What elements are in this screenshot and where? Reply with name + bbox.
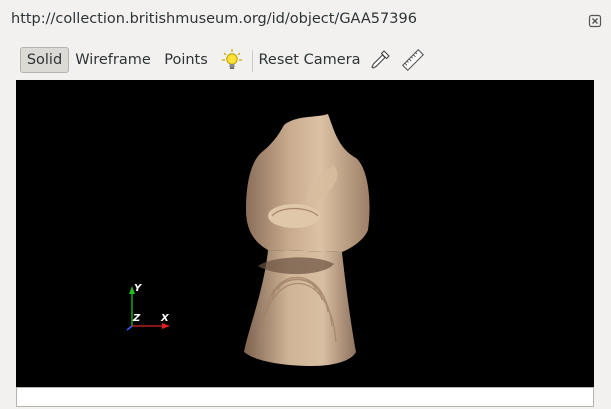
y-axis-label: Y	[134, 283, 143, 294]
measure-button[interactable]	[400, 47, 426, 73]
lighting-button[interactable]	[219, 47, 245, 73]
close-button[interactable]	[588, 13, 602, 28]
statue-model: Y Z X	[126, 114, 370, 366]
wireframe-button[interactable]: Wireframe	[73, 47, 153, 73]
eyedropper-icon	[371, 50, 390, 69]
solid-button[interactable]: Solid	[20, 47, 69, 73]
window-title: http://collection.britishmuseum.org/id/o…	[11, 11, 417, 27]
statue-torso	[246, 114, 370, 252]
viewer-toolbar: Solid Wireframe Points Reset Camera	[0, 44, 611, 78]
z-axis-label: Z	[132, 313, 141, 324]
points-button[interactable]: Points	[160, 47, 212, 73]
reset-camera-button[interactable]: Reset Camera	[258, 47, 361, 73]
lightbulb-icon	[222, 49, 242, 69]
ruler-icon	[401, 48, 425, 72]
3d-viewport[interactable]: Y Z X	[16, 80, 594, 387]
x-axis-label: X	[160, 313, 170, 324]
toolbar-separator	[252, 50, 253, 72]
close-icon	[588, 14, 602, 28]
status-bar	[16, 387, 594, 407]
title-bar: http://collection.britishmuseum.org/id/o…	[0, 0, 611, 40]
z-axis-line	[126, 325, 133, 331]
statue-hands	[268, 204, 320, 228]
orientation-axes: Y Z X	[126, 283, 170, 331]
eyedropper-button[interactable]	[367, 47, 393, 73]
